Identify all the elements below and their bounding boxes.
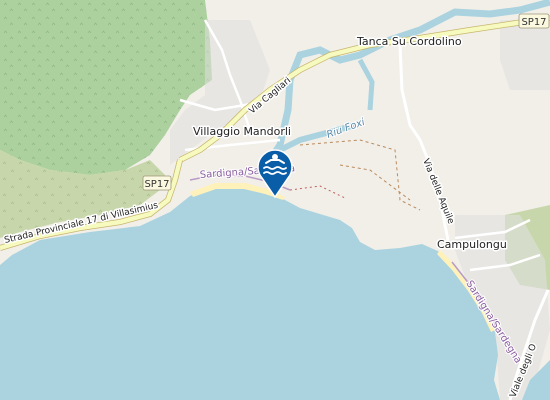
map-svg: SP17 SP17 Tanca Su Cordolino Villaggio M… — [0, 0, 550, 400]
place-label-villaggio: Villaggio Mandorli — [193, 125, 291, 138]
route-shield-sp17-west: SP17 — [142, 175, 172, 191]
svg-text:SP17: SP17 — [144, 179, 169, 190]
route-shield-sp17-east: SP17 — [518, 13, 550, 29]
residential-area-ne — [500, 20, 550, 90]
map-canvas[interactable]: SP17 SP17 Tanca Su Cordolino Villaggio M… — [0, 0, 550, 400]
place-label-campulongu: Campulongu — [437, 238, 507, 251]
svg-text:SP17: SP17 — [521, 17, 546, 28]
place-label-tanca: Tanca Su Cordolino — [356, 35, 462, 48]
